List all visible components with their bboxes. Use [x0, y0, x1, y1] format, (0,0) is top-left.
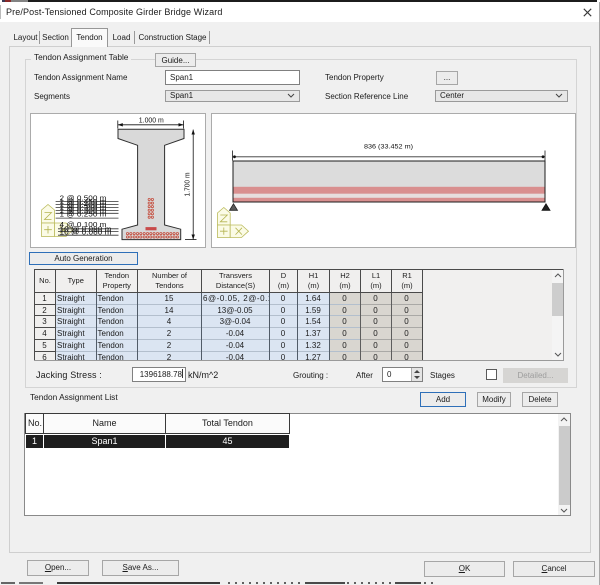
svg-text:1.700 m: 1.700 m	[184, 172, 191, 196]
svg-text:836 (33.452 m): 836 (33.452 m)	[364, 144, 413, 151]
svg-text:1.000 m: 1.000 m	[139, 118, 164, 125]
svg-text:1 @ 0.250 m: 1 @ 0.250 m	[60, 211, 107, 218]
svg-text:10 @ 0.080 m: 10 @ 0.080 m	[60, 230, 112, 237]
